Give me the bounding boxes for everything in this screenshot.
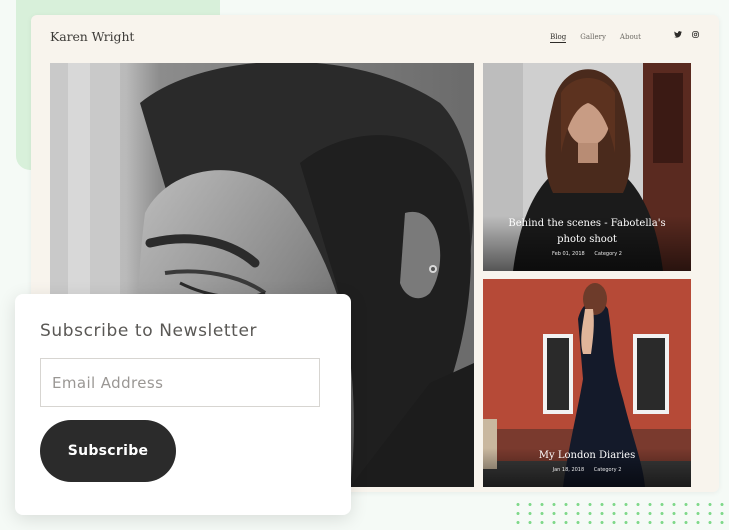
blog-post-card[interactable]: Behind the scenes - Fabotella's photo sh… <box>483 63 691 271</box>
blog-post-card[interactable]: My London Diaries Jan 18, 2018 Category … <box>483 279 691 487</box>
post-title[interactable]: My London Diaries <box>493 448 681 464</box>
email-field[interactable] <box>40 358 320 407</box>
site-brand[interactable]: Karen Wright <box>50 29 134 44</box>
post-category[interactable]: Category 2 <box>594 251 622 257</box>
post-caption: My London Diaries Jan 18, 2018 Category … <box>483 448 691 487</box>
twitter-icon[interactable] <box>674 31 682 38</box>
post-category[interactable]: Category 2 <box>594 467 622 473</box>
instagram-icon[interactable] <box>692 31 699 38</box>
post-date: Jan 18, 2018 <box>552 467 585 473</box>
nav-item-gallery[interactable]: Gallery <box>580 33 606 43</box>
newsletter-title: Subscribe to Newsletter <box>40 321 258 341</box>
post-date: Feb 01, 2018 <box>552 251 585 257</box>
post-title[interactable]: Behind the scenes - Fabotella's photo sh… <box>493 216 681 248</box>
nav-item-about[interactable]: About <box>620 33 641 43</box>
subscribe-button[interactable]: Subscribe <box>40 420 176 482</box>
decorative-dot-grid <box>512 500 726 526</box>
newsletter-panel: Subscribe to Newsletter Subscribe <box>15 294 351 515</box>
post-meta: Feb 01, 2018 Category 2 <box>493 251 681 257</box>
post-meta: Jan 18, 2018 Category 2 <box>493 467 681 473</box>
social-links <box>674 31 699 38</box>
nav-item-blog[interactable]: Blog <box>550 33 567 43</box>
post-caption: Behind the scenes - Fabotella's photo sh… <box>483 216 691 271</box>
main-nav: Blog Gallery About <box>550 33 641 43</box>
